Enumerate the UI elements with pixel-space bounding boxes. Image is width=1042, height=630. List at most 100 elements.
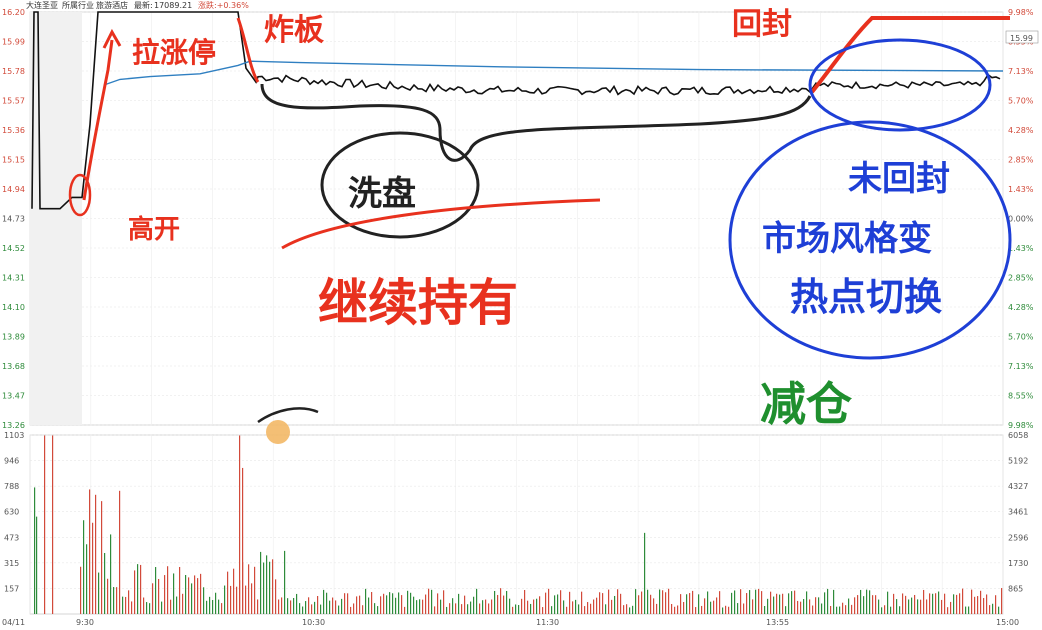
volume-bar — [92, 522, 94, 614]
time-tick-label: 04/11 — [2, 618, 25, 627]
volume-bar — [281, 597, 283, 614]
volume-bar — [809, 599, 811, 614]
volume-bar — [143, 597, 145, 614]
volume-bar — [542, 607, 544, 614]
volume-bar — [203, 587, 205, 614]
volume-bar — [389, 592, 391, 614]
volume-bar — [653, 598, 655, 614]
volume-bar — [842, 602, 844, 614]
volume-bar — [287, 598, 289, 614]
volume-bar — [377, 606, 379, 614]
volume-bar — [527, 600, 529, 614]
volume-bar — [206, 600, 208, 614]
volume-bar — [797, 600, 799, 614]
volume-bar — [758, 588, 760, 614]
volume-bar — [485, 599, 487, 614]
volume-bar — [620, 593, 622, 614]
volume-bar — [572, 601, 574, 614]
volume-bar — [791, 591, 793, 614]
volume-bar — [386, 595, 388, 614]
volume-bar — [530, 603, 532, 614]
volume-bar — [311, 604, 313, 614]
red-reseal-stroke — [810, 16, 1010, 94]
volume-bar — [425, 594, 427, 614]
volume-bar — [407, 590, 409, 614]
cursor-dot — [266, 420, 290, 444]
volume-bar — [815, 597, 817, 614]
pct-tick-label: 7.13% — [1008, 362, 1034, 371]
volume-bar — [128, 590, 130, 614]
volume-bar — [80, 566, 82, 614]
preopen-shade — [30, 12, 82, 425]
volume-bar — [767, 598, 769, 614]
price-tick-label: 16.20 — [2, 8, 25, 17]
volume-bar — [554, 595, 556, 614]
volume-bar — [398, 592, 400, 614]
volume-bar — [488, 603, 490, 614]
volume-bar — [89, 489, 91, 614]
volume-bar — [368, 597, 370, 614]
volume-bar — [884, 605, 886, 614]
volume-bar — [728, 606, 730, 614]
volume-bar — [497, 594, 499, 614]
volume-tick-label: 473 — [4, 533, 19, 542]
volume-bar — [158, 578, 160, 614]
volume-bar — [623, 605, 625, 614]
volume-bar — [185, 574, 187, 614]
volume-bar — [173, 573, 175, 614]
price-tick-label: 15.57 — [2, 97, 25, 106]
volume-bar — [812, 605, 814, 614]
volume-bar — [803, 599, 805, 614]
volume-bar — [167, 566, 169, 614]
volume-bar — [881, 607, 883, 614]
volume-bar — [509, 598, 511, 614]
volume-tick-label: 1103 — [4, 431, 24, 440]
volume-bar — [104, 553, 106, 614]
volume-tick-label: 157 — [4, 584, 19, 593]
volume-bar — [824, 592, 826, 614]
volume-bar — [428, 588, 430, 614]
volume-bar — [359, 595, 361, 614]
intraday-chart: 大连圣亚 所属行业 旅游酒店 最新: 17089.21 涨跌:+0.36% 16… — [2, 0, 1039, 627]
volume-bar — [401, 595, 403, 614]
volume-bar — [362, 605, 364, 614]
volume-bar — [794, 590, 796, 614]
annotation-pull-limit-up: 拉涨停 — [132, 36, 216, 69]
volume-bar — [938, 591, 940, 614]
volume-bar — [902, 593, 904, 614]
volume-bar — [920, 599, 922, 614]
volume-bar — [680, 594, 682, 614]
volume-bar — [125, 596, 127, 614]
volume-bar — [704, 598, 706, 614]
volume-bar — [227, 571, 229, 614]
volume-bar — [278, 599, 280, 614]
volume-bar — [548, 588, 550, 614]
pct-tick-label: 1.43% — [1008, 244, 1034, 253]
volume-bar — [440, 599, 442, 614]
volume-bar — [293, 598, 295, 614]
volume-bar — [716, 597, 718, 614]
volume-bar — [635, 589, 637, 614]
volume-bar — [560, 590, 562, 614]
pct-tick-label: 2.85% — [1008, 156, 1034, 165]
volume-bar — [236, 586, 238, 614]
volume-bar — [827, 588, 829, 614]
volume-bar — [689, 593, 691, 614]
volume-bar — [182, 593, 184, 614]
volume-bar — [947, 607, 949, 614]
volume-bar — [596, 597, 598, 614]
volume-bar — [566, 606, 568, 614]
volume-bar — [269, 561, 271, 614]
volume-bar — [665, 592, 667, 614]
volume-bar — [848, 598, 850, 614]
volume-bar — [200, 573, 202, 614]
volume-bar — [917, 599, 919, 614]
volume-bar — [170, 599, 172, 614]
volume-right-tick-label: 2596 — [1008, 533, 1028, 542]
volume-bar — [941, 599, 943, 614]
volume-bar — [686, 594, 688, 614]
volume-bar — [98, 572, 100, 614]
volume-bar — [563, 600, 565, 614]
annotation-wash-plate: 洗盘 — [348, 174, 416, 214]
volume-bar — [251, 583, 253, 614]
